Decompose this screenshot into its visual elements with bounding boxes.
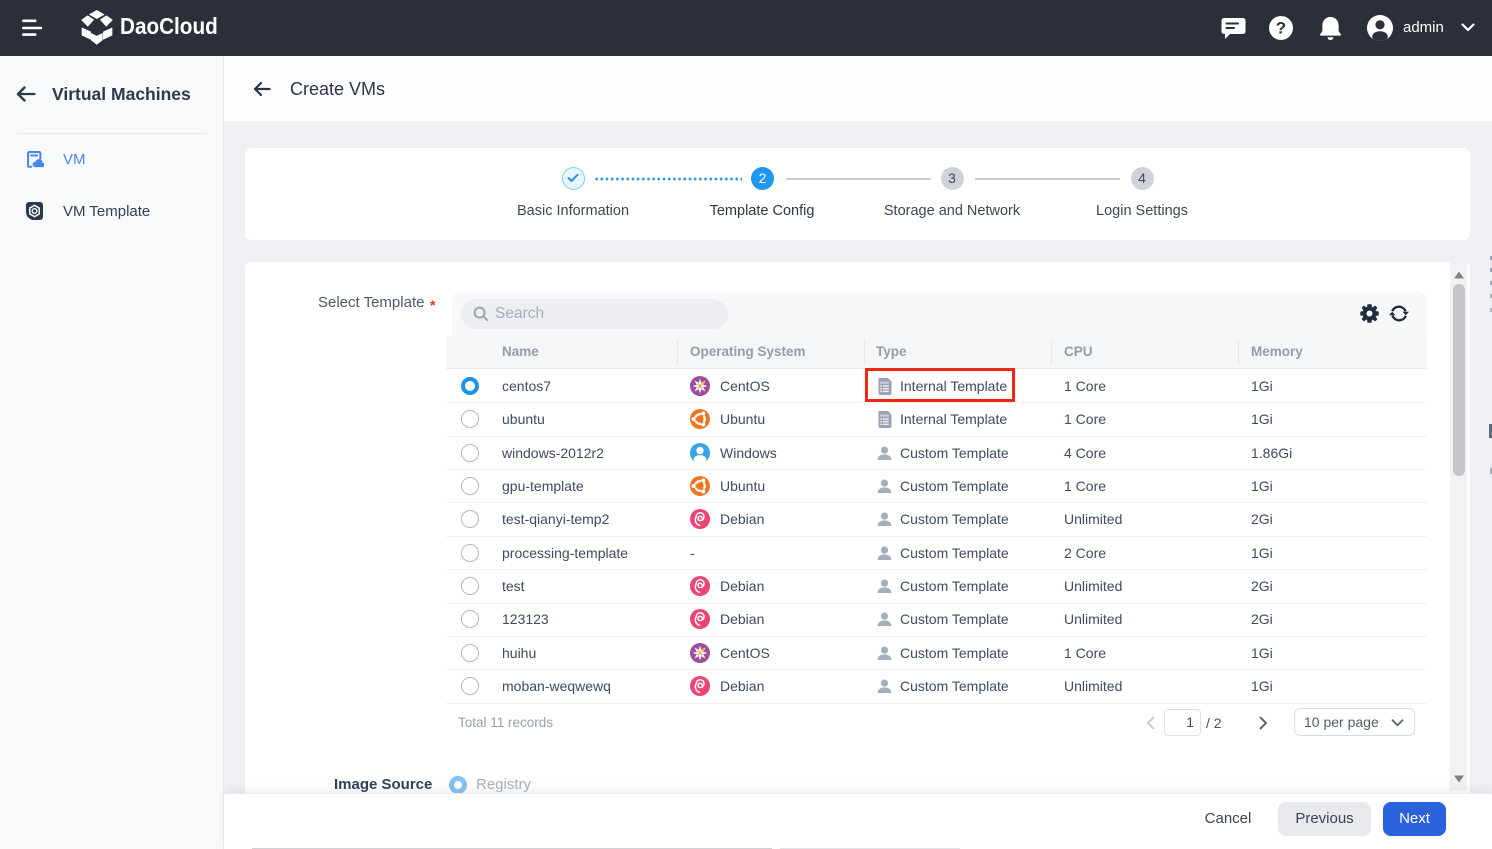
svg-text:?: ? xyxy=(1276,18,1286,37)
